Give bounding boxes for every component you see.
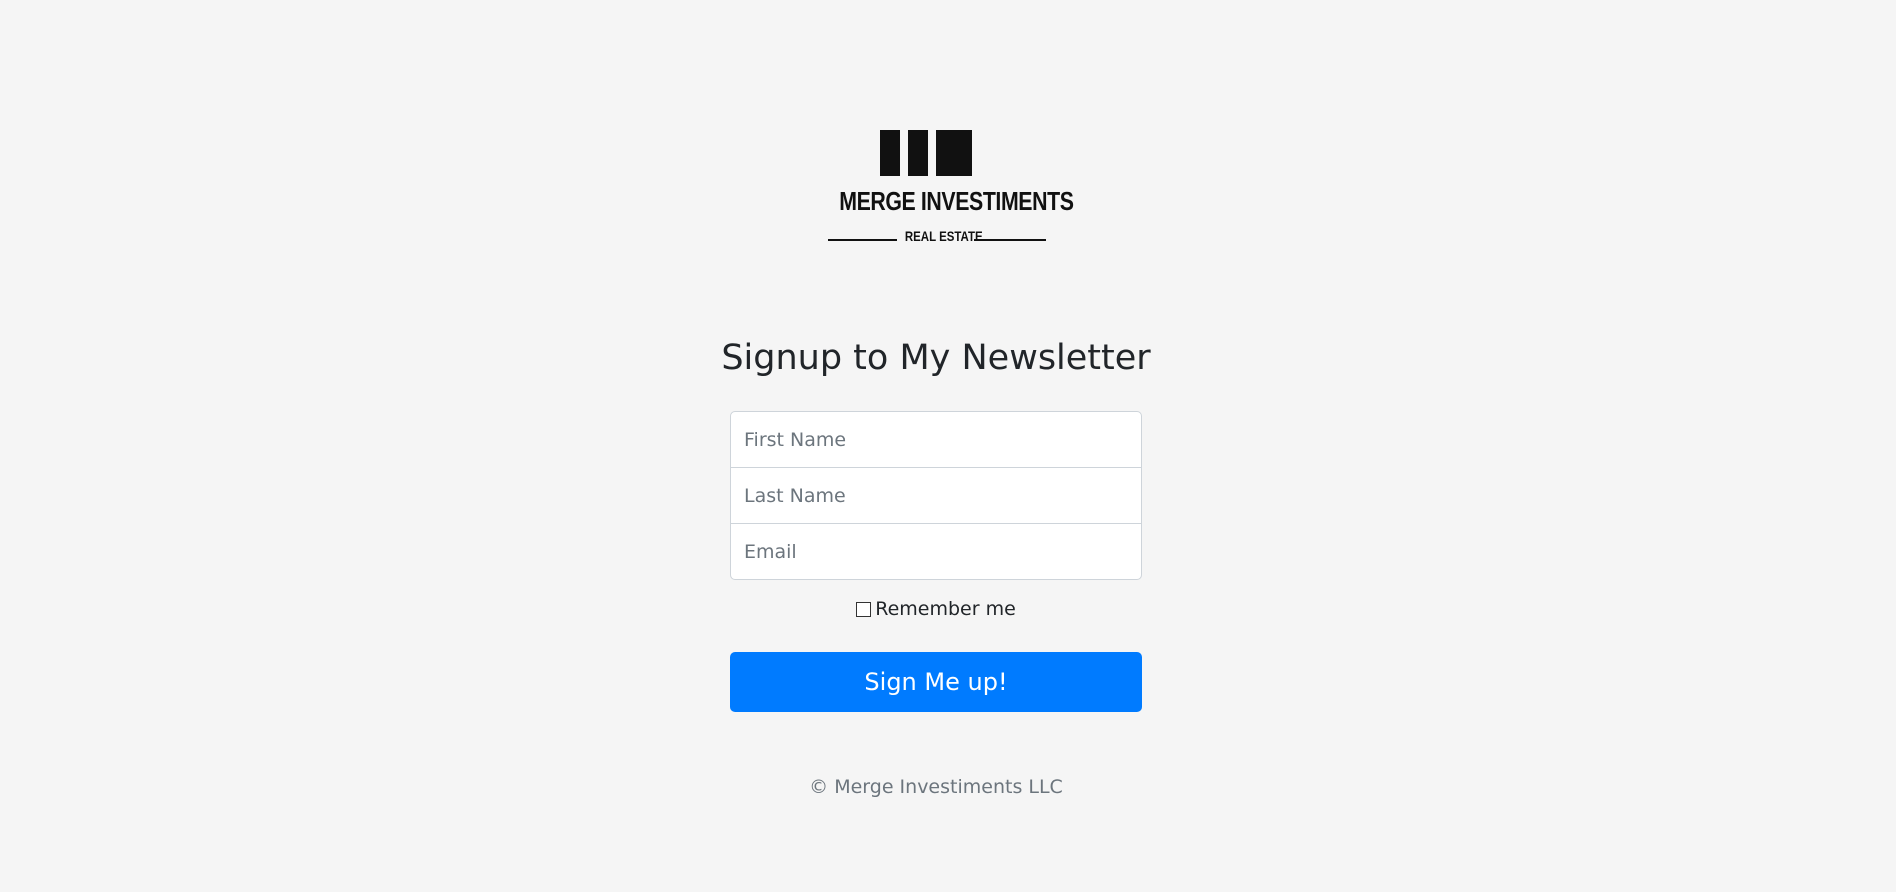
remember-me-checkbox[interactable]: [856, 601, 872, 617]
remember-me-row: Remember me: [0, 598, 1872, 622]
last-name-input[interactable]: [730, 467, 1142, 524]
brand-tagline: REAL ESTATE: [904, 228, 983, 244]
remember-me-label: Remember me: [875, 598, 1016, 620]
remember-me-control[interactable]: Remember me: [856, 598, 1016, 620]
copyright-footer: © Merge Investiments LLC: [809, 776, 1063, 798]
email-input[interactable]: [730, 523, 1142, 580]
tagline-rule-left: [828, 239, 897, 241]
brand-logo: MERGE INVESTIMENTS REAL ESTATE: [818, 120, 1074, 250]
signup-form: [730, 411, 1142, 580]
page-title: Signup to My Newsletter: [721, 338, 1151, 378]
first-name-input[interactable]: [730, 411, 1142, 468]
signup-page: MERGE INVESTIMENTS REAL ESTATE Signup to…: [0, 0, 1896, 892]
brand-tagline-row: REAL ESTATE: [818, 224, 1054, 244]
brand-name: MERGE INVESTIMENTS: [839, 186, 1074, 216]
sign-me-up-button[interactable]: Sign Me up!: [730, 652, 1142, 712]
tagline-rule-right: [974, 239, 1046, 241]
logo-mark-icon: [880, 130, 972, 176]
